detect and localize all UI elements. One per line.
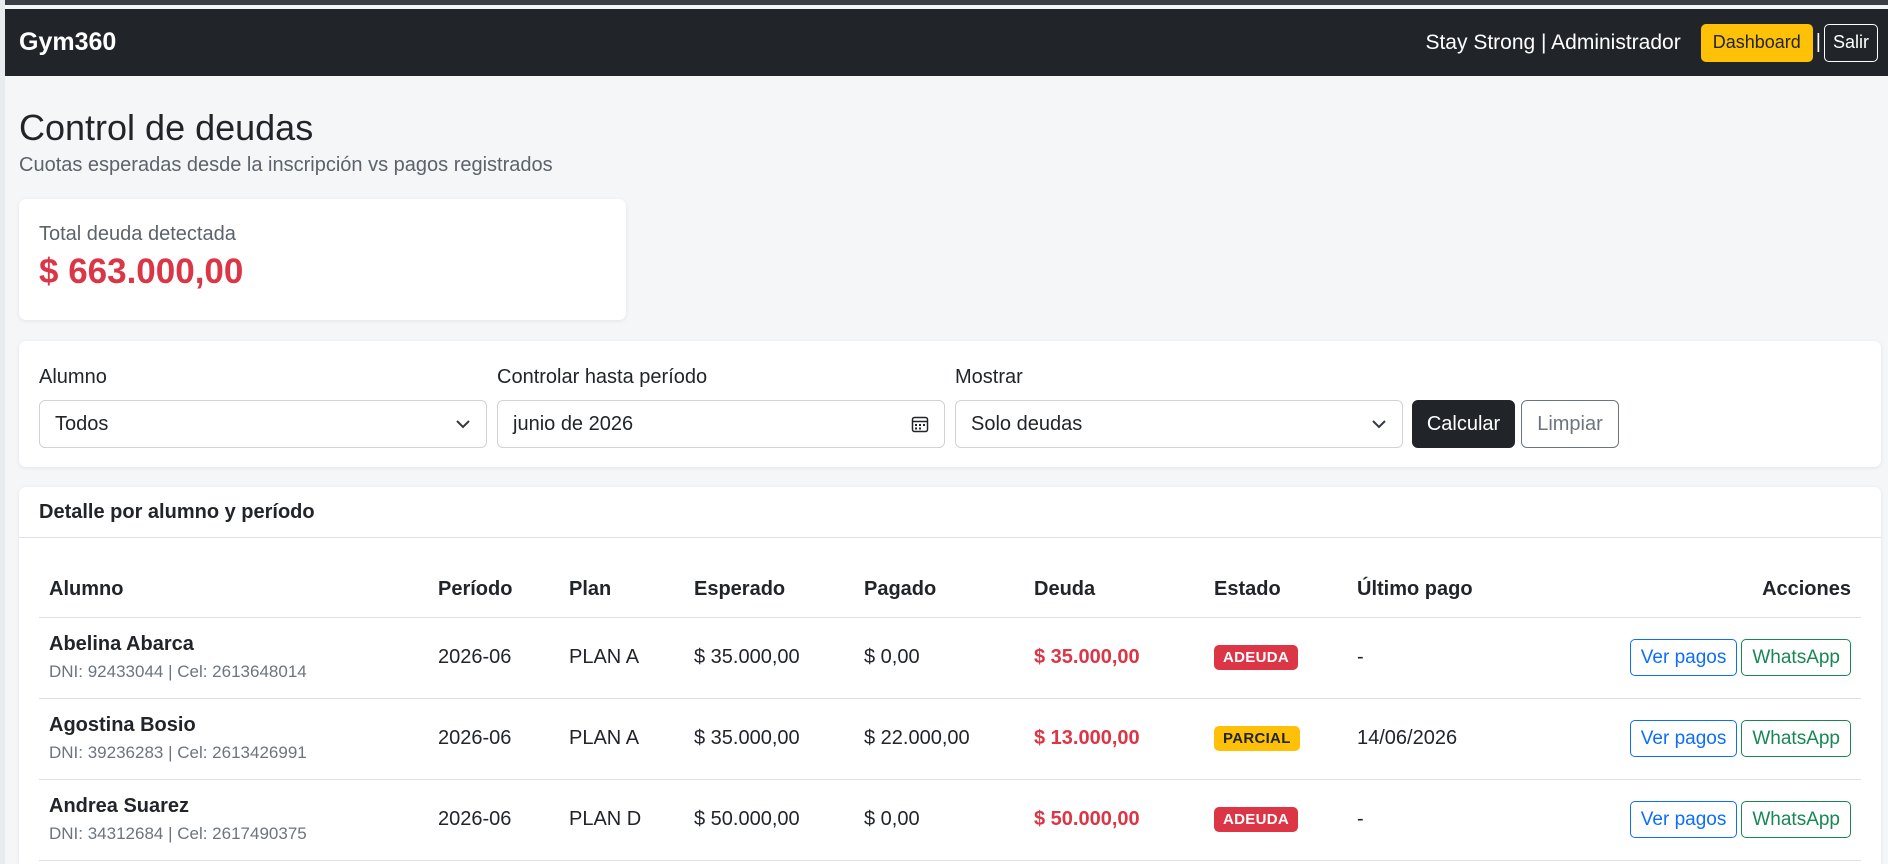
cell-deuda: $ 35.000,00 xyxy=(1024,617,1204,699)
table-row: Andrea Suarez DNI: 34312684 | Cel: 26174… xyxy=(39,779,1861,861)
status-badge: PARCIAL xyxy=(1214,726,1300,751)
ver-pagos-button[interactable]: Ver pagos xyxy=(1629,720,1738,757)
alumno-select-value: Todos xyxy=(55,412,109,435)
cell-esperado: $ 35.000,00 xyxy=(684,698,854,780)
cell-acciones: Ver pagos WhatsApp xyxy=(1517,698,1861,780)
user-info: Stay Strong | Administrador xyxy=(1425,30,1681,54)
cell-periodo: 2026-06 xyxy=(428,779,559,861)
header-deuda: Deuda xyxy=(1024,563,1204,618)
detail-table-card: Detalle por alumno y período Alumno Perí… xyxy=(19,487,1881,864)
cell-alumno: Andrea Suarez DNI: 34312684 | Cel: 26174… xyxy=(39,779,428,861)
cell-deuda: $ 13.000,00 xyxy=(1024,698,1204,780)
table-row: Agostina Bosio DNI: 39236283 | Cel: 2613… xyxy=(39,698,1861,780)
detail-table-title: Detalle por alumno y período xyxy=(19,487,1881,538)
student-name: Andrea Suarez xyxy=(49,795,190,817)
chevron-down-icon xyxy=(455,416,471,432)
cell-plan: PLAN D xyxy=(559,779,684,861)
header-alumno: Alumno xyxy=(39,563,428,618)
cell-esperado: $ 35.000,00 xyxy=(684,617,854,699)
calendar-icon[interactable] xyxy=(911,415,929,433)
cell-ultimo-pago: - xyxy=(1347,779,1517,861)
student-name: Agostina Bosio xyxy=(49,714,196,736)
page-subtitle: Cuotas esperadas desde la inscripción vs… xyxy=(19,154,553,176)
mostrar-select-value: Solo deudas xyxy=(971,412,1083,435)
top-navbar: Gym360 Stay Strong | Administrador Dashb… xyxy=(5,9,1888,76)
cell-acciones: Ver pagos WhatsApp xyxy=(1517,617,1861,699)
ver-pagos-button[interactable]: Ver pagos xyxy=(1629,639,1738,676)
cell-ultimo-pago: 14/06/2026 xyxy=(1347,698,1517,780)
filter-card: Alumno Todos Controlar hasta período jun… xyxy=(19,341,1881,467)
status-badge: ADEUDA xyxy=(1214,645,1298,670)
window-left-border xyxy=(0,0,5,864)
nav-separator: | xyxy=(1815,31,1821,53)
periodo-month-input[interactable]: junio de 2026 xyxy=(497,400,945,448)
cell-periodo: 2026-06 xyxy=(428,617,559,699)
status-badge: ADEUDA xyxy=(1214,807,1298,832)
page-title: Control de deudas xyxy=(19,107,314,148)
cell-acciones: Ver pagos WhatsApp xyxy=(1517,779,1861,861)
cell-pagado: $ 0,00 xyxy=(854,779,1024,861)
mostrar-label: Mostrar xyxy=(955,366,1023,388)
total-debt-value: $ 663.000,00 xyxy=(39,252,244,291)
whatsapp-button[interactable]: WhatsApp xyxy=(1741,801,1851,838)
header-periodo: Período xyxy=(428,563,559,618)
student-name: Abelina Abarca xyxy=(49,633,194,655)
total-debt-label: Total deuda detectada xyxy=(39,223,236,245)
header-esperado: Esperado xyxy=(684,563,854,618)
periodo-label: Controlar hasta período xyxy=(497,366,708,388)
header-ultimo-pago: Último pago xyxy=(1347,563,1517,618)
cell-periodo: 2026-06 xyxy=(428,698,559,780)
limpiar-button[interactable]: Limpiar xyxy=(1521,400,1619,448)
header-plan: Plan xyxy=(559,563,684,618)
navbar-right: Stay Strong | Administrador Dashboard | … xyxy=(1425,23,1878,62)
header-estado: Estado xyxy=(1204,563,1347,618)
cell-estado: ADEUDA xyxy=(1204,779,1347,861)
whatsapp-button[interactable]: WhatsApp xyxy=(1741,639,1851,676)
student-info: DNI: 92433044 | Cel: 2613648014 xyxy=(49,662,307,681)
cell-estado: PARCIAL xyxy=(1204,698,1347,780)
header-pagado: Pagado xyxy=(854,563,1024,618)
brand-logo[interactable]: Gym360 xyxy=(19,28,116,57)
ver-pagos-button[interactable]: Ver pagos xyxy=(1629,801,1738,838)
debt-table: Alumno Período Plan Esperado Pagado Deud… xyxy=(39,563,1861,861)
dashboard-button[interactable]: Dashboard xyxy=(1700,23,1813,62)
student-info: DNI: 39236283 | Cel: 2613426991 xyxy=(49,743,307,762)
table-row: Abelina Abarca DNI: 92433044 | Cel: 2613… xyxy=(39,617,1861,699)
cell-deuda: $ 50.000,00 xyxy=(1024,779,1204,861)
student-info: DNI: 34312684 | Cel: 2617490375 xyxy=(49,824,307,843)
header-acciones: Acciones xyxy=(1517,563,1861,618)
window-top-border xyxy=(0,0,1888,5)
cell-plan: PLAN A xyxy=(559,617,684,699)
chevron-down-icon xyxy=(1371,416,1387,432)
cell-estado: ADEUDA xyxy=(1204,617,1347,699)
cell-pagado: $ 0,00 xyxy=(854,617,1024,699)
cell-ultimo-pago: - xyxy=(1347,617,1517,699)
cell-esperado: $ 50.000,00 xyxy=(684,779,854,861)
total-debt-card: Total deuda detectada $ 663.000,00 xyxy=(19,199,626,320)
mostrar-select[interactable]: Solo deudas xyxy=(955,400,1403,448)
table-header-row: Alumno Período Plan Esperado Pagado Deud… xyxy=(39,563,1861,618)
cell-plan: PLAN A xyxy=(559,698,684,780)
whatsapp-button[interactable]: WhatsApp xyxy=(1741,720,1851,757)
alumno-label: Alumno xyxy=(39,366,107,388)
cell-pagado: $ 22.000,00 xyxy=(854,698,1024,780)
periodo-input-value: junio de 2026 xyxy=(513,412,634,435)
alumno-select[interactable]: Todos xyxy=(39,400,487,448)
logout-button[interactable]: Salir xyxy=(1823,23,1878,62)
cell-alumno: Agostina Bosio DNI: 39236283 | Cel: 2613… xyxy=(39,698,428,780)
cell-alumno: Abelina Abarca DNI: 92433044 | Cel: 2613… xyxy=(39,617,428,699)
calcular-button[interactable]: Calcular xyxy=(1412,400,1515,448)
